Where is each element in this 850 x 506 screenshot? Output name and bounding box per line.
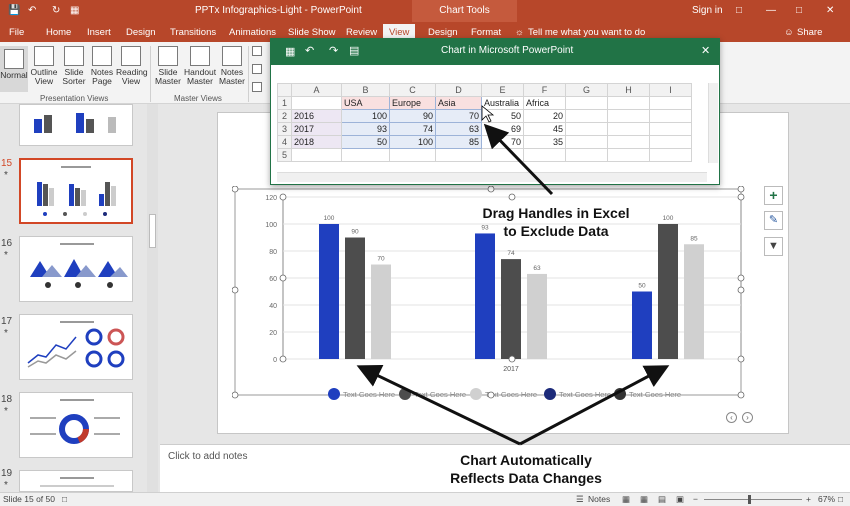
arrow-to-excel-handle: [483, 123, 554, 196]
arrow-to-2016-bars: [356, 364, 521, 446]
annotation-auto-reflect: Chart Automatically Reflects Data Change…: [450, 452, 602, 486]
mouse-cursor-icon: [481, 105, 495, 123]
arrow-to-2018-bars: [519, 365, 670, 446]
annotation-drag-handles: Drag Handles in Excel to Exclude Data: [482, 205, 630, 239]
annotation-arrows: [356, 105, 670, 446]
